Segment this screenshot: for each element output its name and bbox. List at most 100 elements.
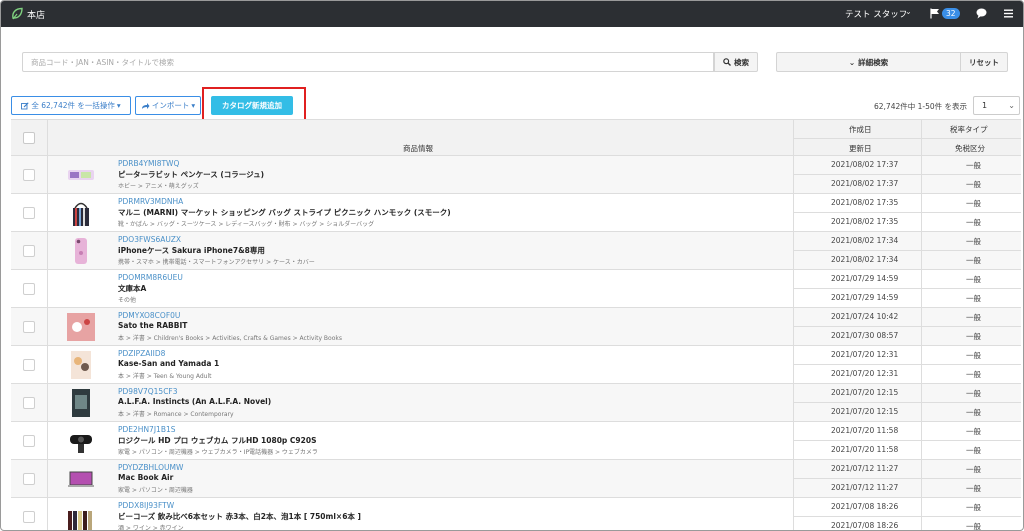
product-category: 本 > 洋書 > Children's Books > Activities, …: [118, 335, 342, 342]
product-category: 家電 > パソコン・周辺機器 > ウェブカメラ・IP電話機器 > ウェブカメラ: [118, 449, 318, 456]
product-thumbnail[interactable]: [67, 237, 95, 265]
created-date: 2021/08/02 17:35: [831, 198, 899, 207]
product-code-link[interactable]: PDZIPZAIID8: [118, 349, 165, 358]
row-divider: [793, 402, 1021, 403]
updated-date: 2021/07/20 12:31: [831, 369, 899, 378]
row-checkbox[interactable]: [23, 169, 35, 181]
row-checkbox[interactable]: [23, 245, 35, 257]
row-divider: [793, 326, 1021, 327]
product-code-link[interactable]: PDO3FWS6AUZX: [118, 235, 181, 244]
product-code-link[interactable]: PDYDZBHLOUMW: [118, 463, 183, 472]
search-button[interactable]: 検索: [714, 52, 758, 72]
chevron-down-icon[interactable]: ⌄: [905, 7, 912, 16]
tax-category: 一般: [966, 484, 981, 493]
header-created[interactable]: 作成日: [849, 124, 872, 135]
product-category: 靴・かばん > バッグ・スーツケース > レディースバッグ・財布 > バッグ >…: [118, 221, 375, 228]
created-date: 2021/07/20 11:58: [831, 426, 899, 435]
row-checkbox[interactable]: [23, 473, 35, 485]
column-divider: [47, 120, 48, 156]
tax-type: 一般: [966, 161, 981, 170]
row-checkbox[interactable]: [23, 321, 35, 333]
hamburger-menu-icon[interactable]: [1004, 9, 1013, 18]
caret-down-icon: ▾: [191, 101, 196, 110]
tax-type: 一般: [966, 389, 981, 398]
product-thumbnail[interactable]: [67, 465, 95, 493]
product-title: 文庫本A: [118, 284, 147, 293]
product-thumbnail[interactable]: [67, 313, 95, 341]
header-product-info: 商品情報: [403, 144, 433, 153]
row-checkbox[interactable]: [23, 397, 35, 409]
select-all-checkbox[interactable]: [23, 132, 35, 144]
search-input[interactable]: [22, 52, 714, 72]
product-thumbnail[interactable]: [67, 199, 95, 227]
table-row: PDRMRV3MDNHA マルニ (MARNI) マーケット ショッピング バッグ…: [11, 194, 1021, 232]
product-code-link[interactable]: PDRMRV3MDNHA: [118, 197, 183, 206]
column-divider: [47, 460, 48, 497]
row-divider: [793, 174, 1021, 175]
column-divider: [793, 498, 794, 530]
add-catalog-button[interactable]: カタログ新規追加: [211, 96, 293, 115]
product-code-link[interactable]: PDE2HN7J1B1S: [118, 425, 176, 434]
created-date: 2021/08/02 17:37: [831, 160, 899, 169]
product-title: Kase-San and Yamada 1: [118, 359, 220, 368]
import-button[interactable]: インポート ▾: [135, 96, 201, 115]
created-date: 2021/07/08 18:26: [831, 502, 899, 511]
updated-date: 2021/07/20 11:58: [831, 445, 899, 454]
column-divider: [47, 308, 48, 345]
caret-down-icon: ▾: [116, 101, 121, 110]
tax-type: 一般: [966, 503, 981, 512]
product-thumbnail[interactable]: [67, 389, 95, 417]
table-row: PD98V7Q15CF3 A.L.F.A. Instincts (An A.L.F…: [11, 384, 1021, 422]
product-thumbnail[interactable]: [67, 351, 95, 379]
product-code-link[interactable]: PDDX8IJ93FTW: [118, 501, 174, 510]
tax-category: 一般: [966, 522, 981, 531]
product-thumbnail[interactable]: [67, 503, 95, 530]
tax-category: 一般: [966, 332, 981, 341]
product-code-link[interactable]: PDRB4YMI8TWQ: [118, 159, 179, 168]
page-select[interactable]: 1 ⌄: [973, 96, 1020, 115]
product-thumbnail[interactable]: [67, 427, 95, 455]
product-category: 家電 > パソコン・周辺機器: [118, 487, 193, 494]
row-checkbox[interactable]: [23, 283, 35, 295]
row-divider: [793, 288, 1021, 289]
tax-category: 一般: [966, 294, 981, 303]
product-code-link[interactable]: PDMYXO8COF0U: [118, 311, 180, 320]
chat-icon[interactable]: [976, 8, 987, 19]
product-thumbnail[interactable]: [67, 275, 95, 303]
product-title: ピーターラビット ペンケース (コラージュ): [118, 170, 265, 179]
table-row: PDMYXO8COF0U Sato the RABBIT 本 > 洋書 > Chil…: [11, 308, 1021, 346]
row-divider: [793, 440, 1021, 441]
column-divider: [47, 232, 48, 269]
row-checkbox[interactable]: [23, 435, 35, 447]
row-checkbox[interactable]: [23, 207, 35, 219]
edit-icon: [21, 101, 29, 109]
store-name[interactable]: 本店: [27, 8, 45, 21]
tax-category: 一般: [966, 256, 981, 265]
row-checkbox[interactable]: [23, 359, 35, 371]
product-category: 携帯・スマホ > 携帯電話・スマートフォンアクセサリ > ケース・カバー: [118, 259, 315, 266]
top-navbar: 本店 テスト スタッフ ⌄ 32: [1, 1, 1023, 27]
column-divider: [47, 270, 48, 307]
tax-type: 一般: [966, 427, 981, 436]
tax-category: 一般: [966, 370, 981, 379]
created-date: 2021/07/29 14:59: [831, 274, 899, 283]
product-title: Mac Book Air: [118, 473, 174, 482]
product-code-link[interactable]: PD98V7Q15CF3: [118, 387, 178, 396]
user-menu[interactable]: テスト スタッフ: [845, 8, 907, 20]
created-date: 2021/08/02 17:34: [831, 236, 899, 245]
reset-button[interactable]: リセット: [961, 52, 1008, 72]
product-code-link[interactable]: PDOMRM8R6UEU: [118, 273, 183, 282]
row-divider: [793, 250, 1021, 251]
table-row: PDE2HN7J1B1S ロジクール HD プロ ウェブカム フルHD 1080p…: [11, 422, 1021, 460]
header-updated[interactable]: 更新日: [849, 143, 872, 154]
notification-badge[interactable]: 32: [942, 8, 960, 19]
tax-type: 一般: [966, 237, 981, 246]
flag-icon[interactable]: [930, 8, 940, 19]
bulk-action-button[interactable]: 全 62,742件 を一括操作 ▾: [11, 96, 131, 115]
advanced-search-button[interactable]: ⌄ 詳細検索: [776, 52, 961, 72]
row-checkbox[interactable]: [23, 511, 35, 523]
table-row: PDO3FWS6AUZX iPhoneケース Sakura iPhone7&8専用…: [11, 232, 1021, 270]
app-window: 本店 テスト スタッフ ⌄ 32 検索 ⌄ 詳細検索 リセット: [0, 0, 1024, 531]
product-thumbnail[interactable]: [67, 161, 95, 189]
updated-date: 2021/07/29 14:59: [831, 293, 899, 302]
